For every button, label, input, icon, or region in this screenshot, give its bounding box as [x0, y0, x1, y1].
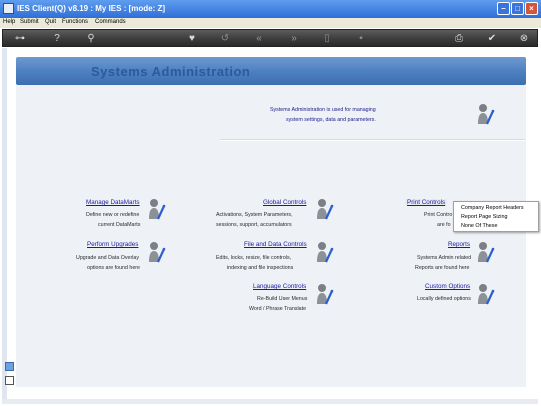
- global-controls-icon[interactable]: [316, 198, 334, 220]
- global-controls-desc-2: sessions, support, accumulators: [216, 222, 292, 228]
- print-icon[interactable]: ⎙: [453, 32, 465, 45]
- side-panel-icon[interactable]: [5, 362, 14, 371]
- search-icon[interactable]: ⚲: [85, 32, 97, 45]
- toolbar: ⊶ ? ⚲ ♥ ↺ « » ▯ ▪ ⎙ ✔ ⊗: [2, 29, 538, 47]
- menu-functions[interactable]: Functions: [62, 19, 88, 25]
- reports-desc-2: Reports are found here: [415, 265, 470, 271]
- page-title: Systems Administration: [91, 64, 251, 79]
- key-icon[interactable]: ⊶: [7, 32, 33, 45]
- intro-line-2: system settings, data and parameters.: [286, 117, 376, 123]
- manage-datamarts-desc-1: Define new or redefine: [86, 212, 140, 218]
- intro-line-1: Systems Administration is used for manag…: [270, 107, 376, 113]
- perform-upgrades-desc-2: options are found here: [87, 265, 141, 271]
- forward-icon[interactable]: »: [288, 32, 300, 45]
- close-icon[interactable]: ⊗: [518, 32, 530, 45]
- language-controls-icon[interactable]: [316, 283, 334, 305]
- reports-link[interactable]: Reports: [448, 241, 470, 248]
- reports-desc-1: Systems Admin related: [417, 255, 472, 261]
- file-data-controls-desc-2: indexing and file inspections: [227, 265, 294, 271]
- check-icon[interactable]: ✔: [486, 32, 498, 45]
- document-icon[interactable]: ▯: [321, 32, 333, 45]
- custom-options-icon[interactable]: [477, 283, 495, 305]
- save-icon[interactable]: ▪: [355, 32, 367, 45]
- print-controls-desc-1: Print Contro: [424, 212, 453, 218]
- manage-datamarts-desc-2: current DataMarts: [98, 222, 141, 228]
- language-controls-desc-1: Re-Build User Menus: [257, 296, 308, 302]
- maximize-button[interactable]: □: [511, 2, 524, 15]
- menu-commands[interactable]: Commands: [95, 19, 126, 25]
- content-panel: [16, 85, 526, 387]
- menu-item-none-of-these[interactable]: None Of These: [461, 223, 497, 229]
- heart-icon[interactable]: ♥: [186, 32, 198, 45]
- print-controls-desc-2: are fo: [437, 222, 451, 228]
- back-icon[interactable]: «: [253, 32, 265, 45]
- help-icon[interactable]: ?: [51, 32, 63, 45]
- manage-datamarts-icon[interactable]: [148, 198, 166, 220]
- file-data-controls-desc-1: Edits, locks, resize, file controls,: [216, 255, 292, 261]
- global-controls-desc-1: Activations, System Parameters,: [216, 212, 293, 218]
- status-bar: [2, 399, 538, 404]
- menu-submit[interactable]: Submit: [20, 19, 39, 25]
- menu-item-report-page-sizing[interactable]: Report Page Sizing: [461, 214, 507, 220]
- perform-upgrades-link[interactable]: Perform Upgrades: [87, 241, 138, 248]
- language-controls-link[interactable]: Language Controls: [253, 283, 306, 290]
- window-title: IES Client(Q) v8.19 : My IES : [mode: Z]: [17, 4, 166, 13]
- minimize-button[interactable]: –: [497, 2, 510, 15]
- divider: [220, 139, 525, 141]
- custom-options-link[interactable]: Custom Options: [425, 283, 470, 290]
- file-data-controls-icon[interactable]: [316, 241, 334, 263]
- left-strip: [2, 48, 7, 402]
- close-window-button[interactable]: ×: [525, 2, 538, 15]
- language-controls-desc-2: Word / Phrase Translate: [249, 306, 307, 312]
- manage-datamarts-link[interactable]: Manage DataMarts: [86, 199, 140, 206]
- print-controls-context-menu: Company Report Headers Report Page Sizin…: [453, 201, 539, 232]
- undo-icon[interactable]: ↺: [219, 32, 231, 45]
- admin-person-icon: [478, 104, 495, 125]
- reports-icon[interactable]: [477, 241, 495, 263]
- page-banner: Systems Administration: [16, 57, 526, 85]
- file-data-controls-link[interactable]: File and Data Controls: [244, 241, 307, 248]
- print-controls-link[interactable]: Print Controls: [405, 199, 448, 206]
- menu-help[interactable]: Help: [3, 19, 15, 25]
- title-bar: IES Client(Q) v8.19 : My IES : [mode: Z]…: [0, 0, 541, 18]
- menu-item-company-report-headers[interactable]: Company Report Headers: [461, 205, 524, 211]
- app-icon: [3, 3, 14, 14]
- menu-quit[interactable]: Quit: [45, 19, 56, 25]
- menu-bar: Help Submit Quit Functions Commands: [0, 18, 541, 28]
- global-controls-link[interactable]: Global Controls: [263, 199, 306, 206]
- perform-upgrades-icon[interactable]: [148, 241, 166, 263]
- side-document-icon[interactable]: [5, 376, 14, 385]
- perform-upgrades-desc-1: Upgrade and Data Overlay: [76, 255, 140, 261]
- custom-options-desc-1: Locally defined options: [417, 296, 471, 302]
